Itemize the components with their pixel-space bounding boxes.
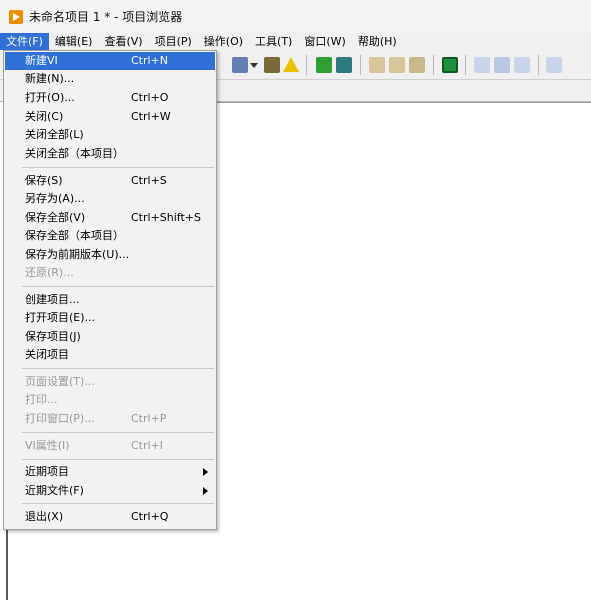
toolbar-separator	[306, 55, 307, 75]
menu-window[interactable]: 窗口(W)	[298, 33, 351, 50]
menu-separator	[22, 459, 214, 460]
menu-item-open[interactable]: 打开(O)... Ctrl+O	[5, 89, 215, 107]
toolbar-separator	[538, 55, 539, 75]
build-icon[interactable]	[369, 57, 385, 73]
menu-item-close-all[interactable]: 关闭全部(L)	[5, 126, 215, 144]
menu-item-recent-projects[interactable]: 近期项目	[5, 463, 215, 481]
warning-icon[interactable]	[283, 57, 299, 72]
deploy-icon[interactable]	[409, 57, 425, 73]
dependencies-icon[interactable]	[264, 57, 280, 73]
menu-operate[interactable]: 操作(O)	[198, 33, 249, 50]
menu-item-new-vi[interactable]: 新建VI Ctrl+N	[5, 52, 215, 70]
menu-item-vi-properties: VI属性(I) Ctrl+I	[25, 439, 164, 452]
toolbar-separator	[433, 55, 434, 75]
menu-item-save-all-project[interactable]: 保存全部（本项目）	[5, 227, 215, 245]
menu-item-save-project[interactable]: 保存项目(J)	[5, 328, 215, 346]
menu-separator	[22, 368, 214, 369]
menu-item-save-as[interactable]: 另存为(A)...	[5, 190, 215, 208]
build-spec-icon[interactable]	[389, 57, 405, 73]
menu-item-close-all-project[interactable]: 关闭全部（本项目）	[5, 145, 215, 163]
file-menu-dropdown: 新建VI Ctrl+N 新建(N)... 打开(O)... Ctrl+O 关闭(…	[3, 50, 217, 530]
menu-separator	[22, 286, 214, 287]
module-icon[interactable]	[442, 57, 458, 73]
view-options-icon[interactable]	[232, 57, 248, 73]
menu-separator	[22, 503, 214, 504]
add-item-icon[interactable]	[316, 57, 332, 73]
collapse-icon[interactable]	[514, 57, 530, 73]
title-bar: 未命名项目 1 * - 项目浏览器	[0, 0, 591, 33]
menu-item-close[interactable]: 关闭(C) Ctrl+W	[5, 108, 215, 126]
undo-icon[interactable]	[494, 57, 510, 73]
menu-bar: 文件(F) 编辑(E) 查看(V) 项目(P) 操作(O) 工具(T) 窗口(W…	[0, 33, 591, 50]
toolbar-separator	[360, 55, 361, 75]
menu-item-recent-files[interactable]: 近期文件(F)	[5, 482, 215, 500]
menu-item-open-project[interactable]: 打开项目(E)...	[5, 309, 215, 327]
menu-item-save-previous-version[interactable]: 保存为前期版本(U)...	[5, 246, 215, 264]
menu-help[interactable]: 帮助(H)	[352, 33, 403, 50]
menu-item-create-project[interactable]: 创建项目...	[5, 291, 215, 309]
menu-separator	[22, 167, 214, 168]
add-folder-icon[interactable]	[336, 57, 352, 73]
submenu-arrow-icon	[203, 487, 208, 495]
menu-item-revert: 还原(R)...	[25, 266, 74, 279]
menu-item-save-all[interactable]: 保存全部(V) Ctrl+Shift+S	[5, 209, 215, 227]
window-title: 未命名项目 1 * - 项目浏览器	[29, 10, 183, 24]
menu-project[interactable]: 项目(P)	[149, 33, 198, 50]
labview-app-icon	[9, 9, 23, 24]
submenu-arrow-icon	[203, 468, 208, 476]
menu-item-close-project[interactable]: 关闭项目	[5, 346, 215, 364]
menu-item-print: 打印...	[25, 393, 58, 406]
expand-icon[interactable]	[474, 57, 490, 73]
dropdown-arrow-icon[interactable]	[250, 63, 258, 68]
menu-item-save[interactable]: 保存(S) Ctrl+S	[5, 172, 215, 190]
menu-separator	[22, 432, 214, 433]
menu-view[interactable]: 查看(V)	[98, 33, 148, 50]
menu-item-page-setup: 页面设置(T)...	[25, 375, 95, 388]
help-icon[interactable]	[546, 57, 562, 73]
menu-edit[interactable]: 编辑(E)	[49, 33, 99, 50]
toolbar-separator	[465, 55, 466, 75]
menu-tools[interactable]: 工具(T)	[249, 33, 298, 50]
menu-item-exit[interactable]: 退出(X) Ctrl+Q	[5, 508, 215, 526]
menu-item-print-window: 打印窗口(P)... Ctrl+P	[25, 412, 167, 425]
menu-file[interactable]: 文件(F)	[0, 33, 49, 50]
menu-item-new[interactable]: 新建(N)...	[5, 70, 215, 88]
